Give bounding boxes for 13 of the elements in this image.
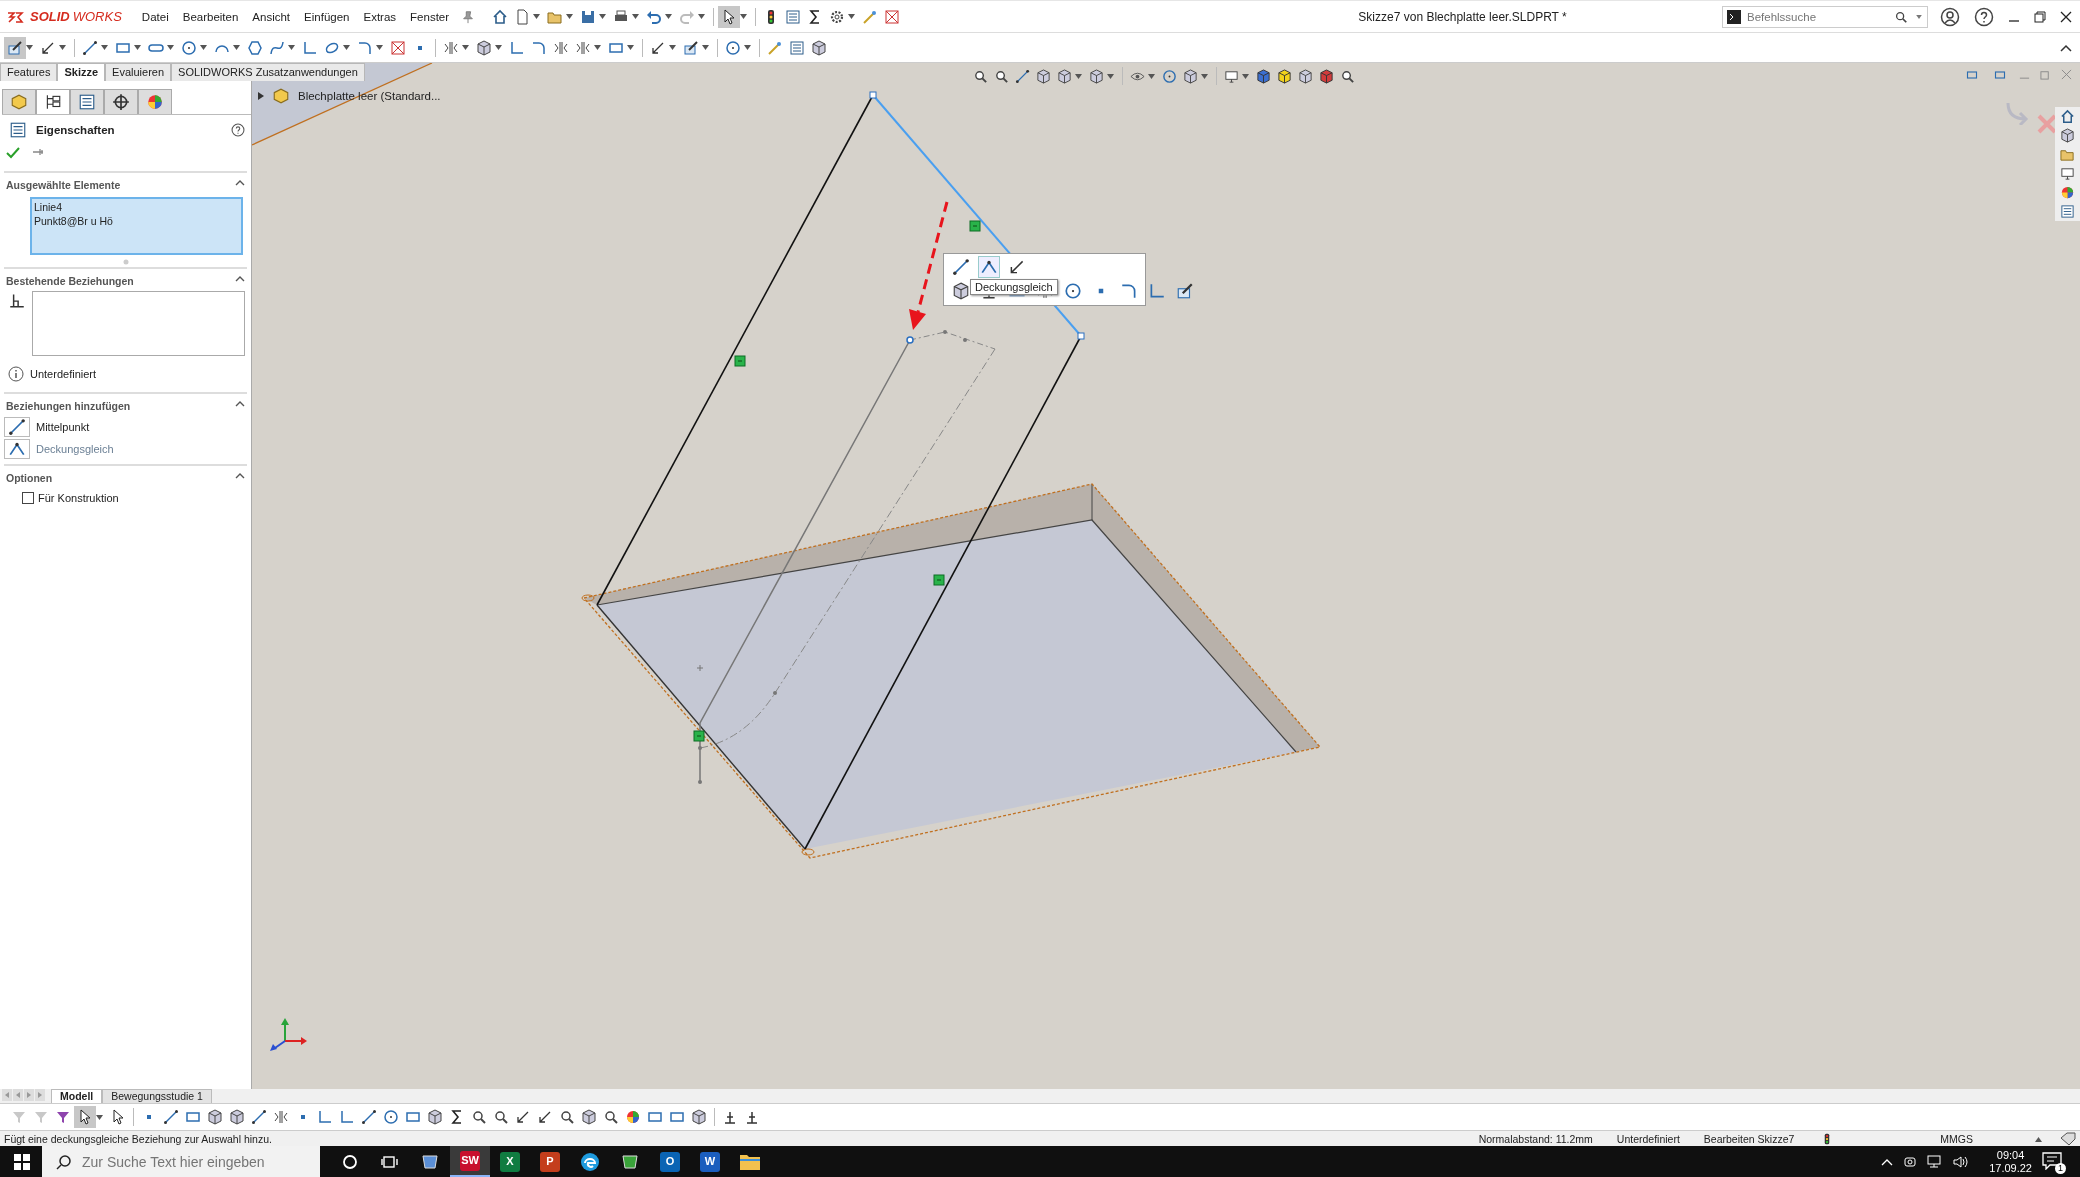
window-title: Skizze7 von Blechplatte leer.SLDPRT *	[1357, 9, 1568, 24]
section-title: Beziehungen hinzufügen	[6, 400, 131, 412]
section-title: Bestehende Beziehungen	[6, 275, 134, 287]
status-field: Bearbeiten Skizze7	[1703, 1133, 1795, 1145]
status-field: Unterdefiniert	[1616, 1133, 1680, 1145]
status-text: Unterdefiniert	[30, 368, 97, 380]
notification-badge: 1	[2055, 1162, 2066, 1174]
status-field: Normalabstand: 11.2mm	[1478, 1133, 1593, 1145]
panel-title: Eigenschaften	[36, 124, 116, 136]
section-title: Ausgewählte Elemente	[6, 179, 121, 191]
status-message: Fügt eine deckungsgleiche Beziehung zur Auswahl hinzu.	[4, 1133, 272, 1145]
tooltip: Deckungsgleich	[970, 279, 1058, 295]
section-title: Optionen	[6, 472, 53, 484]
